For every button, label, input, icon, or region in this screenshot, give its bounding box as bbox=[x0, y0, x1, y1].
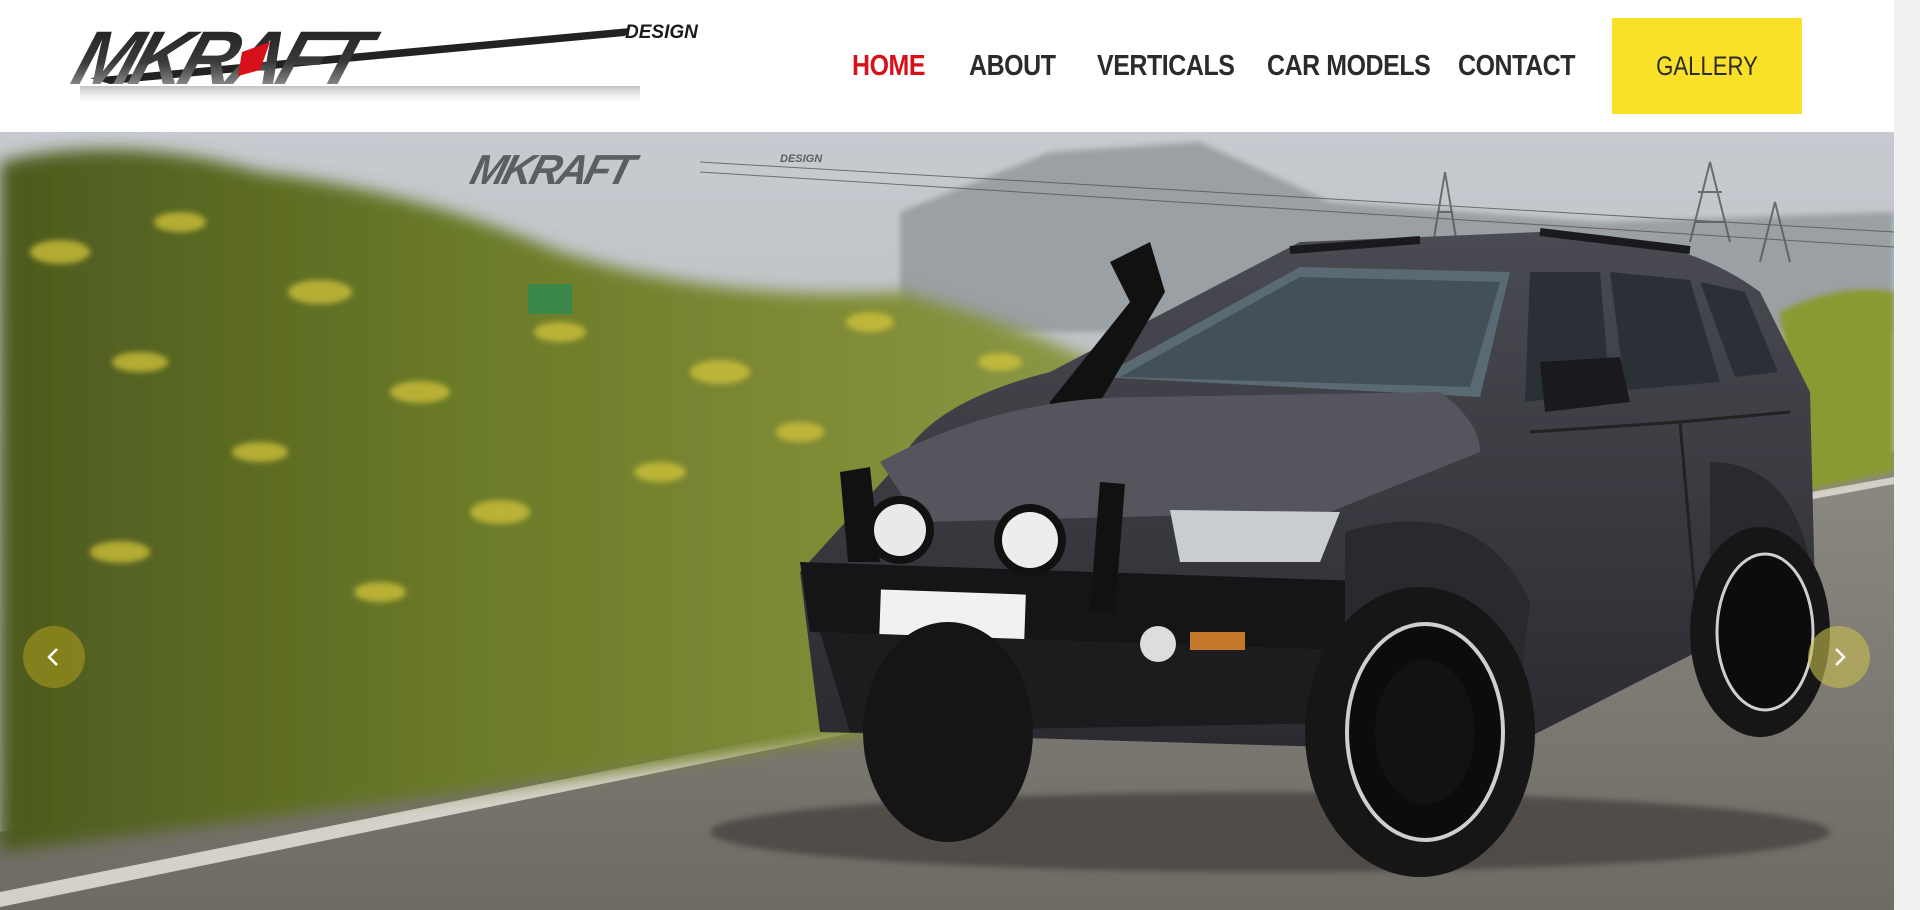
nav-verticals[interactable]: VERTICALS bbox=[1097, 46, 1235, 86]
nav-home[interactable]: HOME bbox=[852, 46, 926, 86]
chevron-left-icon bbox=[47, 648, 58, 666]
site-header: MKRAFT DESIGN HOME ABOUT VERTICALS CAR M… bbox=[0, 0, 1894, 132]
gallery-button[interactable]: GALLERY bbox=[1612, 18, 1802, 114]
slider-next-button[interactable] bbox=[1808, 626, 1870, 688]
main-nav: HOME ABOUT VERTICALS CAR MODELS CONTACT … bbox=[0, 0, 1894, 132]
nav-car-models[interactable]: CAR MODELS bbox=[1267, 46, 1431, 86]
slider-prev-button[interactable] bbox=[23, 626, 85, 688]
hero-slide-image: MKRAFT DESIGN bbox=[0, 132, 1894, 910]
nav-about[interactable]: ABOUT bbox=[969, 46, 1056, 86]
gallery-button-label: GALLERY bbox=[1656, 50, 1758, 81]
chevron-right-icon bbox=[1835, 648, 1846, 666]
hero-slider: MKRAFT DESIGN bbox=[0, 132, 1894, 910]
hero-watermark-sub: DESIGN bbox=[780, 153, 823, 165]
page-scrollbar[interactable] bbox=[1894, 0, 1920, 910]
nav-contact[interactable]: CONTACT bbox=[1458, 46, 1575, 86]
hero-watermark: MKRAFT bbox=[465, 147, 644, 194]
